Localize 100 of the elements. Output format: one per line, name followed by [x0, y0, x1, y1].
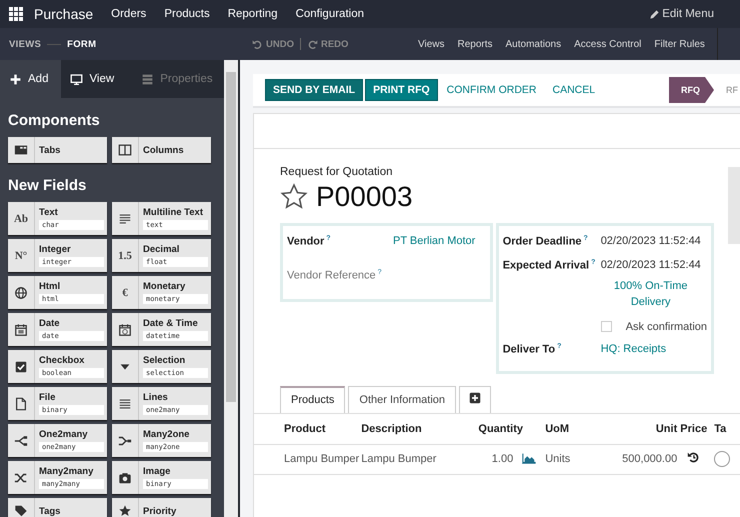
field-label: Date: [39, 318, 61, 329]
on-time-delivery-link[interactable]: 100% On-Time Delivery: [600, 279, 701, 311]
column-header[interactable]: UoM: [544, 414, 596, 444]
field-card[interactable]: Tags: [8, 498, 107, 517]
help-tooltip[interactable]: ?: [378, 269, 382, 276]
star-icon: [118, 504, 132, 517]
checkbox-label: Ask confirmation: [626, 320, 707, 333]
checkbox[interactable]: [600, 321, 612, 332]
plus-square-icon: [469, 392, 482, 404]
calendar-icon: [14, 322, 28, 336]
status-step[interactable]: RFQ: [669, 77, 714, 103]
help-tooltip[interactable]: ?: [584, 235, 588, 242]
column-header[interactable]: Product: [254, 414, 360, 444]
field-label: Lines: [143, 392, 169, 403]
studio-menu-link[interactable]: Automations: [506, 38, 562, 50]
field-card[interactable]: Columns: [112, 137, 211, 163]
field-label: Vendor Reference $^{?}$: [287, 269, 383, 284]
sidebar-tab[interactable]: View: [61, 60, 132, 98]
field-label: File: [39, 392, 56, 403]
edit-menu-link[interactable]: Edit Menu: [649, 8, 714, 20]
text-lines-icon: [118, 212, 132, 226]
monitor-icon: [70, 72, 84, 86]
field-label: Html: [39, 281, 62, 292]
redo-icon: [306, 38, 318, 50]
studio-menu-link[interactable]: Views: [418, 38, 444, 50]
field-label: Image: [143, 466, 172, 477]
undo-button[interactable]: UNDO: [248, 38, 298, 50]
apps-menu-icon[interactable]: [8, 6, 24, 22]
checkbox-icon: [14, 360, 28, 374]
table-cell: 1.00: [457, 444, 514, 474]
column-header[interactable]: Quantity: [457, 414, 544, 444]
field-value: 02/20/2023 11:52:44: [600, 259, 701, 271]
field-label: Many2one: [143, 429, 190, 440]
scrollbar[interactable]: [224, 60, 238, 517]
menu-item[interactable]: Orders: [111, 8, 146, 20]
help-tooltip[interactable]: ?: [591, 259, 596, 266]
section-title: Components: [7, 111, 101, 131]
field-label: Priority: [143, 506, 178, 516]
globe-icon: [14, 286, 28, 300]
action-button[interactable]: CANCEL: [546, 84, 602, 96]
app-name[interactable]: Purchase: [34, 6, 94, 22]
reset-icon[interactable]: [686, 451, 700, 464]
server-icon: [141, 72, 154, 86]
record-name: P00003: [316, 181, 413, 213]
field-label: Checkbox: [39, 355, 86, 366]
menu-item[interactable]: Reporting: [228, 8, 278, 20]
menu-item[interactable]: Configuration: [296, 8, 364, 20]
field-value[interactable]: HQ: Receipts: [600, 342, 666, 355]
field-label: Tabs: [39, 144, 62, 156]
branch-icon: [14, 434, 28, 448]
table-cell: Lampu Bumper: [254, 444, 360, 474]
help-tooltip[interactable]: ?: [326, 235, 331, 242]
sidebar-tab[interactable]: Add: [0, 60, 62, 98]
field-label: Vendor $^{?}$: [287, 235, 332, 250]
field-label: Multiline Text: [143, 207, 204, 218]
area-chart-icon[interactable]: [522, 450, 536, 465]
table-cell: Lampu Bumper: [360, 444, 458, 474]
field-label: Decimal: [143, 244, 180, 255]
field-value[interactable]: PT Berlian Motor: [393, 235, 476, 251]
type-glyph: €: [122, 286, 128, 298]
field-label: Deliver To $^{?}$: [502, 342, 562, 358]
table-cell: 500,000.00: [596, 444, 678, 474]
studio-menu-link[interactable]: Reports: [458, 38, 493, 50]
redo-button[interactable]: REDO: [302, 38, 352, 50]
field-label: Columns: [143, 144, 185, 156]
list-icon: [118, 396, 132, 410]
action-button[interactable]: PRINT RFQ: [365, 79, 438, 101]
help-tooltip[interactable]: ?: [557, 342, 562, 350]
field-label: Text: [39, 207, 59, 218]
breadcrumb-item[interactable]: FORM: [67, 38, 96, 50]
column-header[interactable]: Unit Price: [596, 414, 708, 444]
section-title: New Fields: [7, 176, 88, 196]
column-header[interactable]: Ta: [708, 414, 740, 444]
star-icon[interactable]: [280, 183, 308, 211]
add-tab-button[interactable]: [459, 386, 492, 413]
notebook-tab[interactable]: Other Information: [348, 386, 456, 413]
form-subtitle: Request for Quotation: [280, 166, 394, 178]
type-glyph: N°: [14, 250, 28, 262]
studio-menu-link[interactable]: Access Control: [574, 38, 642, 50]
breadcrumb-item[interactable]: VIEWS: [9, 38, 42, 50]
notebook-tab[interactable]: Products: [280, 386, 346, 413]
tabs-icon: [14, 143, 28, 157]
action-button[interactable]: SEND BY EMAIL: [265, 79, 364, 101]
tag-icon: [14, 504, 28, 517]
table-cell: Units: [544, 444, 596, 474]
camera-icon: [118, 470, 132, 484]
field-label: Expected Arrival $^{?}$: [502, 259, 596, 274]
file-icon: [14, 396, 28, 410]
pencil-icon: [649, 8, 660, 20]
calendar-clock-icon: [118, 322, 132, 336]
field-label: Integer: [39, 244, 72, 255]
action-button[interactable]: CONFIRM ORDER: [440, 84, 544, 96]
field-card[interactable]: Priority: [112, 498, 211, 517]
studio-menu-link[interactable]: Filter Rules: [654, 38, 705, 50]
field-card[interactable]: Tabs: [8, 137, 107, 163]
field-label: Monetary: [143, 281, 186, 292]
column-header[interactable]: Description: [360, 414, 458, 444]
menu-item[interactable]: Products: [164, 8, 210, 20]
status-step[interactable]: RF: [714, 77, 740, 103]
field-label: One2many: [39, 429, 89, 440]
